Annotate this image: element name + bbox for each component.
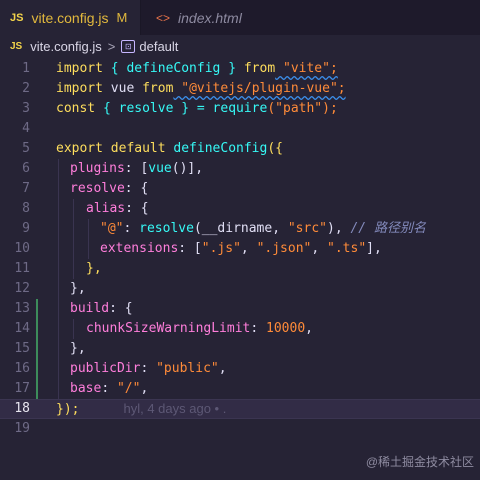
git-change-marker xyxy=(36,319,38,339)
watermark: @稀土掘金技术社区 xyxy=(365,455,474,469)
line-number: 8 xyxy=(22,201,30,216)
line-number: 3 xyxy=(22,101,30,116)
code-line-current: 18}); hyl, 4 days ago • . xyxy=(0,399,480,419)
line-number: 12 xyxy=(14,281,30,296)
breadcrumb-file[interactable]: vite.config.js xyxy=(30,39,102,54)
tab-label: index.html xyxy=(178,9,242,26)
line-number: 9 xyxy=(22,221,30,236)
line-number: 7 xyxy=(22,181,30,196)
line-number: 15 xyxy=(14,341,30,356)
line-number: 1 xyxy=(22,61,30,76)
tab-bar: JS vite.config.js M <> index.html xyxy=(0,0,480,35)
symbol-icon: ⊡ xyxy=(121,39,136,53)
line-number: 10 xyxy=(14,241,30,256)
line-number: 16 xyxy=(14,361,30,376)
code-line: 12}, xyxy=(0,279,480,299)
chevron-right-icon: > xyxy=(107,38,116,54)
line-number: 18 xyxy=(14,401,30,416)
code-line: 3 const { resolve } = require("path"); xyxy=(0,99,480,119)
code-line: 2 import vue from "@vitejs/plugin-vue"; xyxy=(0,79,480,99)
code-line: 8 alias: { xyxy=(0,199,480,219)
line-number: 17 xyxy=(14,381,30,396)
line-number: 4 xyxy=(22,121,30,136)
line-number: 19 xyxy=(14,421,30,436)
code-line: 7 resolve: { xyxy=(0,179,480,199)
git-blame-annotation: hyl, 4 days ago • . xyxy=(123,401,227,416)
git-change-marker xyxy=(36,359,38,379)
code-line: 4 xyxy=(0,119,480,139)
code-line: 9 "@": resolve(__dirname, "src"), // 路径别名 xyxy=(0,219,480,239)
line-number: 6 xyxy=(22,161,30,176)
code-line: 17 base: "/", xyxy=(0,379,480,399)
line-number: 14 xyxy=(14,321,30,336)
git-change-marker xyxy=(36,299,38,319)
code-line: 19 xyxy=(0,419,480,439)
code-line: 6 plugins: [vue()], xyxy=(0,159,480,179)
line-number: 13 xyxy=(14,301,30,316)
code-line: 10 extensions: [".js", ".json", ".ts"], xyxy=(0,239,480,259)
code-line: 11}, xyxy=(0,259,480,279)
line-number: 11 xyxy=(14,261,30,276)
line-number: 2 xyxy=(22,81,30,96)
line-number: 5 xyxy=(22,141,30,156)
code-line: 15}, xyxy=(0,339,480,359)
breadcrumb: JS vite.config.js > ⊡ default xyxy=(0,35,480,57)
git-change-marker xyxy=(36,339,38,359)
code-line: 14 chunkSizeWarningLimit: 10000, xyxy=(0,319,480,339)
code-line: 16 publicDir: "public", xyxy=(0,359,480,379)
javascript-file-icon: JS xyxy=(10,11,24,24)
tab-vite-config[interactable]: JS vite.config.js M xyxy=(0,0,141,35)
tab-label: vite.config.js xyxy=(31,9,109,26)
tab-index-html[interactable]: <> index.html xyxy=(140,0,270,35)
git-change-marker xyxy=(36,379,38,399)
code-editor[interactable]: 1 import { defineConfig } from "vite"; 2i… xyxy=(0,59,480,439)
breadcrumb-symbol[interactable]: default xyxy=(139,39,178,54)
javascript-file-icon: JS xyxy=(10,40,23,52)
code-line: 13 build: { xyxy=(0,299,480,319)
html-file-icon: <> xyxy=(156,10,171,25)
code-line: 5 export default defineConfig({ xyxy=(0,139,480,159)
code-line: 1 import { defineConfig } from "vite"; xyxy=(0,59,480,79)
modified-badge: M xyxy=(116,10,128,25)
